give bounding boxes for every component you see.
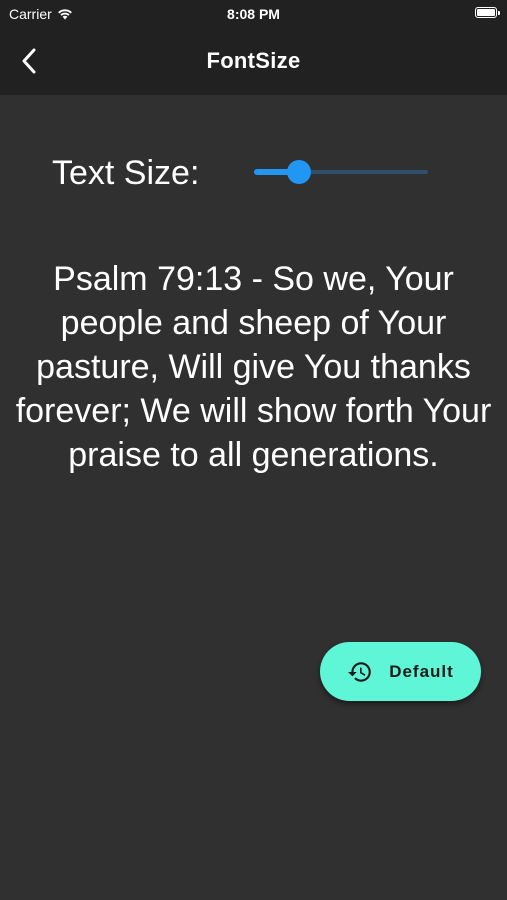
default-size-button[interactable]: Default bbox=[320, 642, 481, 701]
default-button-label: Default bbox=[389, 661, 454, 681]
status-bar: Carrier 8:08 PM bbox=[0, 0, 507, 28]
text-size-slider[interactable] bbox=[254, 160, 428, 184]
text-size-row: Text Size: bbox=[0, 150, 507, 196]
app-bar: FontSize bbox=[0, 28, 507, 95]
history-icon bbox=[348, 661, 372, 682]
slider-thumb[interactable] bbox=[287, 160, 312, 184]
battery-icon bbox=[475, 7, 500, 18]
page-title: FontSize bbox=[206, 48, 301, 73]
text-size-label: Text Size: bbox=[52, 154, 200, 192]
verse-preview-text: Psalm 79:13 - So we, Your people and she… bbox=[15, 260, 492, 474]
status-time: 8:08 PM bbox=[227, 6, 280, 22]
